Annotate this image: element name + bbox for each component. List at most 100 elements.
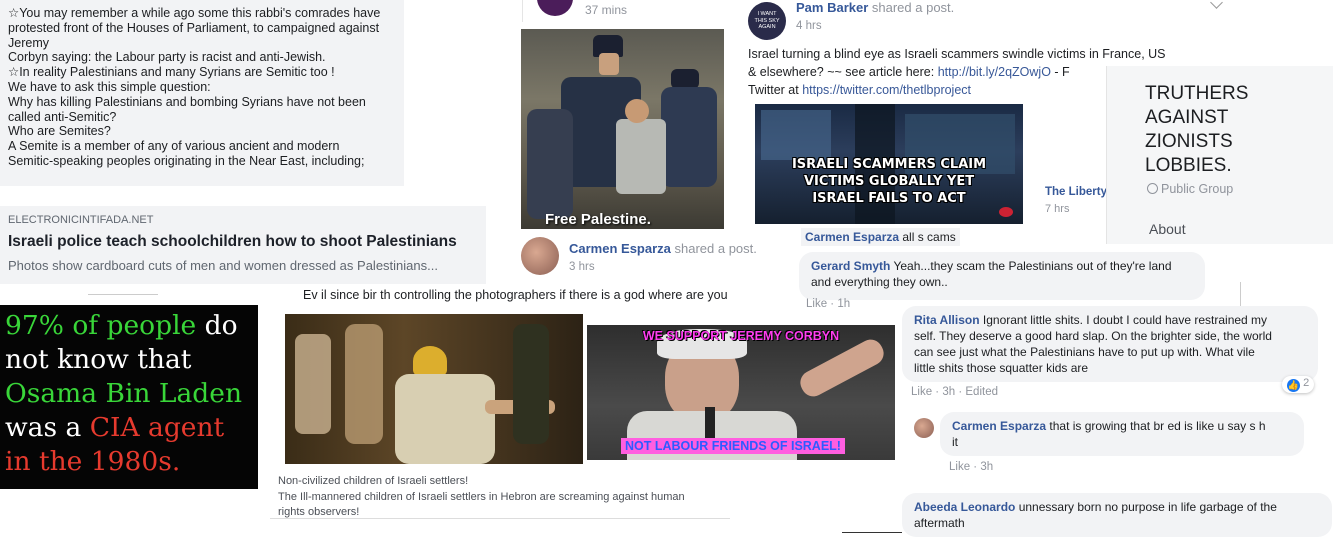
link-preview-card[interactable]: ELECTRONICINTIFADA.NET Israeli police te… bbox=[0, 206, 486, 284]
meme-text: not know that bbox=[5, 344, 192, 375]
post-line: Semitic-speaking peoples originating in … bbox=[8, 153, 365, 168]
post-line: - F bbox=[1050, 65, 1070, 79]
avatar[interactable] bbox=[521, 237, 559, 275]
comment-text: and everything they own.. bbox=[811, 275, 948, 289]
link-domain: ELECTRONICINTIFADA.NET bbox=[8, 214, 154, 226]
post-line: Twitter at bbox=[748, 83, 803, 97]
comment-actions: Like · 3h · Edited bbox=[911, 386, 998, 398]
scammers-image[interactable]: ISRAELI SCAMMERS CLAIM VICTIMS GLOBALLY … bbox=[755, 104, 1023, 224]
comment-text: aftermath bbox=[914, 516, 965, 530]
comment-bubble: Abeeda Leonardo unnessary born no purpos… bbox=[902, 493, 1332, 537]
post-header: Carmen Esparza shared a post. bbox=[569, 241, 757, 256]
post-body: ☆You may remember a while ago some this … bbox=[8, 6, 404, 169]
like-link[interactable]: Like bbox=[806, 298, 827, 310]
settler-children-photo[interactable] bbox=[285, 314, 583, 464]
like-link[interactable]: Like bbox=[911, 386, 932, 398]
link-description: Photos show cardboard cuts of men and wo… bbox=[8, 258, 438, 273]
commenter-name[interactable]: Carmen Esparza bbox=[952, 419, 1046, 433]
meme-top-text: WE SUPPORT JEREMY CORBYN bbox=[642, 329, 840, 343]
avatar-text: I WANT THIS SKY AGAIN bbox=[754, 11, 780, 30]
post-body: Israel turning a blind eye as Israeli sc… bbox=[748, 45, 1166, 99]
author-name[interactable]: Pam Barker bbox=[796, 0, 868, 15]
comment-bubble: Gerard Smyth Yeah...they scam the Palest… bbox=[799, 252, 1205, 300]
post-line: protested front of the Houses of Parliam… bbox=[8, 20, 380, 35]
like-fragment bbox=[88, 294, 158, 303]
group-title-line: LOBBIES. bbox=[1145, 155, 1232, 176]
page-name[interactable]: The Liberty bbox=[1045, 186, 1107, 198]
meme-text-red: in the 1980s. bbox=[5, 446, 181, 477]
comment-time[interactable]: 1h bbox=[837, 298, 850, 310]
group-title-line: AGAINST bbox=[1145, 107, 1229, 128]
group-type-label: Public Group bbox=[1161, 182, 1234, 196]
comment-text: Yeah...they scam the Palestinians out of… bbox=[890, 259, 1172, 273]
post-line: Corbyn saying: the Labour party is racis… bbox=[8, 50, 326, 65]
post-line: ☆In reality Palestinians and many Syrian… bbox=[8, 65, 335, 80]
article-link[interactable]: http://bit.ly/2qZOwjO bbox=[938, 65, 1051, 79]
edited-label[interactable]: Edited bbox=[965, 386, 998, 398]
post-line: Jeremy bbox=[8, 35, 49, 50]
corbyn-meme-image[interactable]: WE SUPPORT JEREMY CORBYN NOT LABOUR FRIE… bbox=[587, 325, 895, 460]
meme-text-red: CIA agent bbox=[89, 412, 225, 443]
post-time[interactable]: 4 hrs bbox=[796, 20, 822, 32]
reaction-count[interactable]: 👍 2 bbox=[1282, 376, 1315, 393]
meme-text-green: 97% of people bbox=[5, 310, 197, 341]
like-link[interactable]: Like bbox=[949, 461, 970, 473]
post-time[interactable]: 37 mins bbox=[585, 3, 627, 17]
thread-line bbox=[1240, 282, 1241, 306]
image-text: ISRAEL FAILS TO ACT bbox=[812, 191, 966, 206]
comment-text: all s cams bbox=[899, 230, 956, 244]
caption-line: The Ill-mannered children of Israeli set… bbox=[278, 490, 685, 503]
comment-actions: Like · 3h bbox=[949, 461, 994, 473]
comment-text: self. They deserve a good hard slap. On … bbox=[914, 329, 1272, 343]
reaction-number: 2 bbox=[1303, 377, 1310, 389]
post-line: called anti-Semitic? bbox=[8, 109, 117, 124]
commenter-name[interactable]: Carmen Esparza bbox=[805, 230, 899, 244]
meme-text: do bbox=[196, 310, 238, 341]
post-line: Israel turning a blind eye as Israeli sc… bbox=[748, 47, 1166, 61]
group-about-link[interactable]: About bbox=[1149, 221, 1186, 237]
chevron-down-icon[interactable] bbox=[1210, 0, 1223, 9]
divider bbox=[270, 518, 730, 519]
post-line: A Semite is a member of any of various a… bbox=[8, 139, 340, 154]
comment-bubble: Carmen Esparza that is growing that br e… bbox=[940, 412, 1304, 456]
comment-time[interactable]: 3h bbox=[980, 461, 993, 473]
commenter-name[interactable]: Rita Allison bbox=[914, 313, 980, 327]
group-title-line: TRUTHERS bbox=[1145, 83, 1249, 104]
image-caption: Free Palestine. bbox=[545, 211, 651, 228]
avatar[interactable]: I WANT THIS SKY AGAIN bbox=[748, 2, 786, 40]
post-action: shared a post. bbox=[868, 0, 955, 15]
comment-time[interactable]: 3h bbox=[942, 386, 955, 398]
globe-icon bbox=[1147, 183, 1158, 194]
comment-text: unnessary born no purpose in life garbag… bbox=[1015, 500, 1277, 514]
thumbs-up-icon: 👍 bbox=[1287, 379, 1300, 392]
comment-text: can see just what the Palestinians have … bbox=[914, 345, 1255, 359]
post-time[interactable]: 3 hrs bbox=[569, 261, 595, 273]
post-text: Ev il since bir th controlling the photo… bbox=[303, 288, 728, 302]
group-type: Public Group bbox=[1147, 182, 1233, 196]
meme-bottom-text: NOT LABOUR FRIENDS OF ISRAEL! bbox=[621, 438, 845, 454]
comment-fragment: Carmen Esparza all s cams bbox=[801, 228, 960, 246]
post-time[interactable]: 7 hrs bbox=[1045, 203, 1069, 215]
post-line: Who are Semites? bbox=[8, 124, 111, 139]
avatar[interactable] bbox=[914, 418, 934, 438]
comment-text: little shits those squatter kids are bbox=[914, 361, 1089, 375]
meme-text: was a bbox=[5, 412, 90, 443]
post-line: Why has killing Palestinians and bombing… bbox=[8, 94, 366, 109]
link-title[interactable]: Israeli police teach schoolchildren how … bbox=[8, 233, 457, 251]
comment-text: Ignorant little shits. I doubt I could h… bbox=[979, 313, 1268, 327]
photo-caption: Non-civilized children of Israeli settle… bbox=[278, 474, 685, 521]
avatar[interactable] bbox=[537, 0, 573, 16]
author-name[interactable]: Carmen Esparza bbox=[569, 241, 671, 256]
free-palestine-photo[interactable]: Free Palestine. bbox=[521, 29, 724, 229]
post-line: & elsewhere? ~~ see article here: bbox=[748, 65, 938, 79]
top-divider bbox=[522, 0, 523, 22]
commenter-name[interactable]: Abeeda Leonardo bbox=[914, 500, 1015, 514]
comment-text: that is growing that br ed is like u say… bbox=[1046, 419, 1266, 433]
image-text: VICTIMS GLOBALLY YET bbox=[803, 174, 975, 189]
meme-text-green: Osama Bin Laden bbox=[5, 378, 243, 409]
comment-actions: Like · 1h bbox=[806, 298, 851, 310]
twitter-link[interactable]: https://twitter.com/thetlbproject bbox=[802, 83, 971, 97]
commenter-name[interactable]: Gerard Smyth bbox=[811, 259, 890, 273]
group-card[interactable]: TRUTHERS AGAINST ZIONISTS LOBBIES. Publi… bbox=[1106, 66, 1333, 244]
group-title[interactable]: TRUTHERS AGAINST ZIONISTS LOBBIES. bbox=[1145, 82, 1248, 178]
